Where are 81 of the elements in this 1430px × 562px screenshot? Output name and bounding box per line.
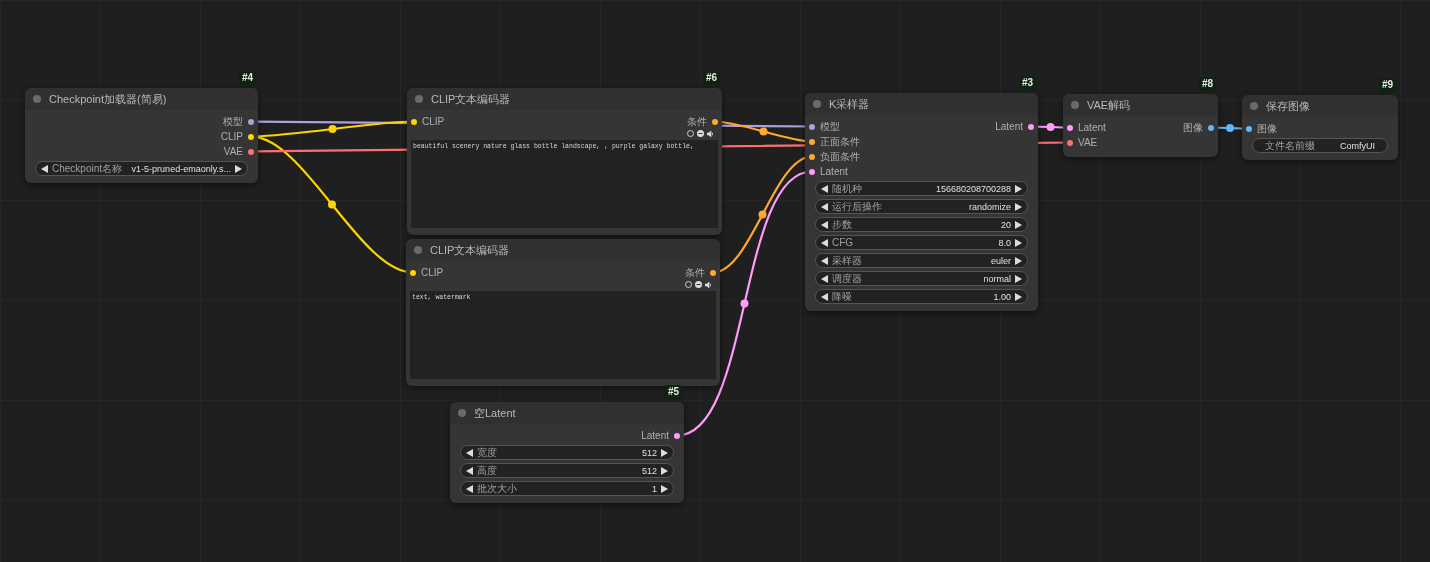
node-id-badge: #5 xyxy=(664,385,682,399)
combo-widget[interactable]: Checkpoint名称 v1-5-pruned-emaonly.s... xyxy=(35,161,248,176)
slot-dot[interactable] xyxy=(809,153,815,160)
slot-dot[interactable] xyxy=(809,138,815,145)
circle-icon[interactable] xyxy=(687,130,694,137)
slot-dot[interactable] xyxy=(248,148,254,155)
output-label: 条件 xyxy=(687,114,707,129)
input-label: CLIP xyxy=(422,116,445,127)
node-title: CLIP文本编码器 xyxy=(431,91,511,107)
slot-dot[interactable] xyxy=(1246,125,1252,132)
input-label: 图像 xyxy=(1257,121,1277,136)
slot-dot[interactable] xyxy=(712,118,718,125)
input-label: 正面条件 xyxy=(820,134,860,149)
text-widget[interactable]: 文件名前缀 ComfyUI xyxy=(1252,138,1388,153)
combo-widget[interactable]: 采样器 euler xyxy=(815,253,1028,268)
slot-dot[interactable] xyxy=(809,123,815,130)
input-label: 模型 xyxy=(820,119,840,134)
node-title-bar[interactable]: 空Latent xyxy=(450,402,684,424)
output-label: Latent xyxy=(995,121,1023,132)
output-label: 模型 xyxy=(223,114,243,129)
number-widget[interactable]: 步数 20 xyxy=(815,217,1028,232)
node-title: 保存图像 xyxy=(1266,98,1310,114)
collapse-dot-icon[interactable] xyxy=(33,95,41,103)
output-label: 图像 xyxy=(1183,120,1203,135)
node-id-badge: #9 xyxy=(1378,78,1396,92)
node-title-bar[interactable]: VAE解码 xyxy=(1063,94,1218,116)
collapse-dot-icon[interactable] xyxy=(1071,101,1079,109)
speaker-icon[interactable] xyxy=(705,281,712,288)
node-title-bar[interactable]: CLIP文本编码器 xyxy=(406,239,720,261)
input-label: Latent xyxy=(1078,122,1106,133)
combo-widget[interactable]: 运行后操作 randomize xyxy=(815,199,1028,214)
circle-icon[interactable] xyxy=(685,281,692,288)
slot-dot[interactable] xyxy=(410,269,416,276)
increment-arrow-icon[interactable] xyxy=(235,164,242,173)
input-label: 负面条件 xyxy=(820,149,860,164)
number-widget[interactable]: 降噪 1.00 xyxy=(815,289,1028,304)
node-title: Checkpoint加载器(简易) xyxy=(49,91,167,107)
slot-dot[interactable] xyxy=(1067,139,1073,146)
slot-dot[interactable] xyxy=(710,269,716,276)
node-title-bar[interactable]: K采样器 xyxy=(805,93,1038,115)
output-label: Latent xyxy=(641,430,669,441)
node-title: 空Latent xyxy=(474,405,516,421)
minus-circle-icon[interactable] xyxy=(695,281,702,288)
node-title-bar[interactable]: CLIP文本编码器 xyxy=(407,88,722,110)
number-widget[interactable]: 宽度 512 xyxy=(460,445,674,460)
collapse-dot-icon[interactable] xyxy=(1250,102,1258,110)
input-label: CLIP xyxy=(421,267,444,278)
node-id-badge: #3 xyxy=(1018,76,1036,90)
collapse-dot-icon[interactable] xyxy=(458,409,466,417)
collapse-dot-icon[interactable] xyxy=(414,246,422,254)
slot-dot[interactable] xyxy=(1028,123,1034,130)
slot-dot[interactable] xyxy=(809,168,815,175)
slot-dot[interactable] xyxy=(1208,124,1214,131)
slot-dot[interactable] xyxy=(674,432,680,439)
output-label: CLIP xyxy=(220,131,243,142)
minus-circle-icon[interactable] xyxy=(697,130,704,137)
slot-dot[interactable] xyxy=(1067,124,1073,131)
output-label: 条件 xyxy=(685,265,705,280)
node-title: K采样器 xyxy=(829,96,870,112)
collapse-dot-icon[interactable] xyxy=(813,100,821,108)
number-widget[interactable]: 随机种 156680208700288 xyxy=(815,181,1028,196)
input-label: VAE xyxy=(1078,137,1098,148)
node-title: CLIP文本编码器 xyxy=(430,242,510,258)
output-label: VAE xyxy=(223,146,243,157)
node-id-badge: #6 xyxy=(702,71,720,85)
speaker-icon[interactable] xyxy=(707,130,714,137)
node-id-badge: #4 xyxy=(238,71,256,85)
collapse-dot-icon[interactable] xyxy=(415,95,423,103)
number-widget[interactable]: 高度 512 xyxy=(460,463,674,478)
number-widget[interactable]: 批次大小 1 xyxy=(460,481,674,496)
node-title: VAE解码 xyxy=(1087,97,1131,113)
combo-widget[interactable]: 调度器 normal xyxy=(815,271,1028,286)
decrement-arrow-icon[interactable] xyxy=(41,164,48,173)
node-title-bar[interactable]: 保存图像 xyxy=(1242,95,1398,117)
input-label: Latent xyxy=(820,166,848,177)
node-id-badge: #8 xyxy=(1198,77,1216,91)
number-widget[interactable]: CFG 8.0 xyxy=(815,235,1028,250)
slot-dot[interactable] xyxy=(248,118,254,125)
slot-dot[interactable] xyxy=(248,133,254,140)
node-title-bar[interactable]: Checkpoint加载器(简易) xyxy=(25,88,258,110)
slot-dot[interactable] xyxy=(411,118,417,125)
